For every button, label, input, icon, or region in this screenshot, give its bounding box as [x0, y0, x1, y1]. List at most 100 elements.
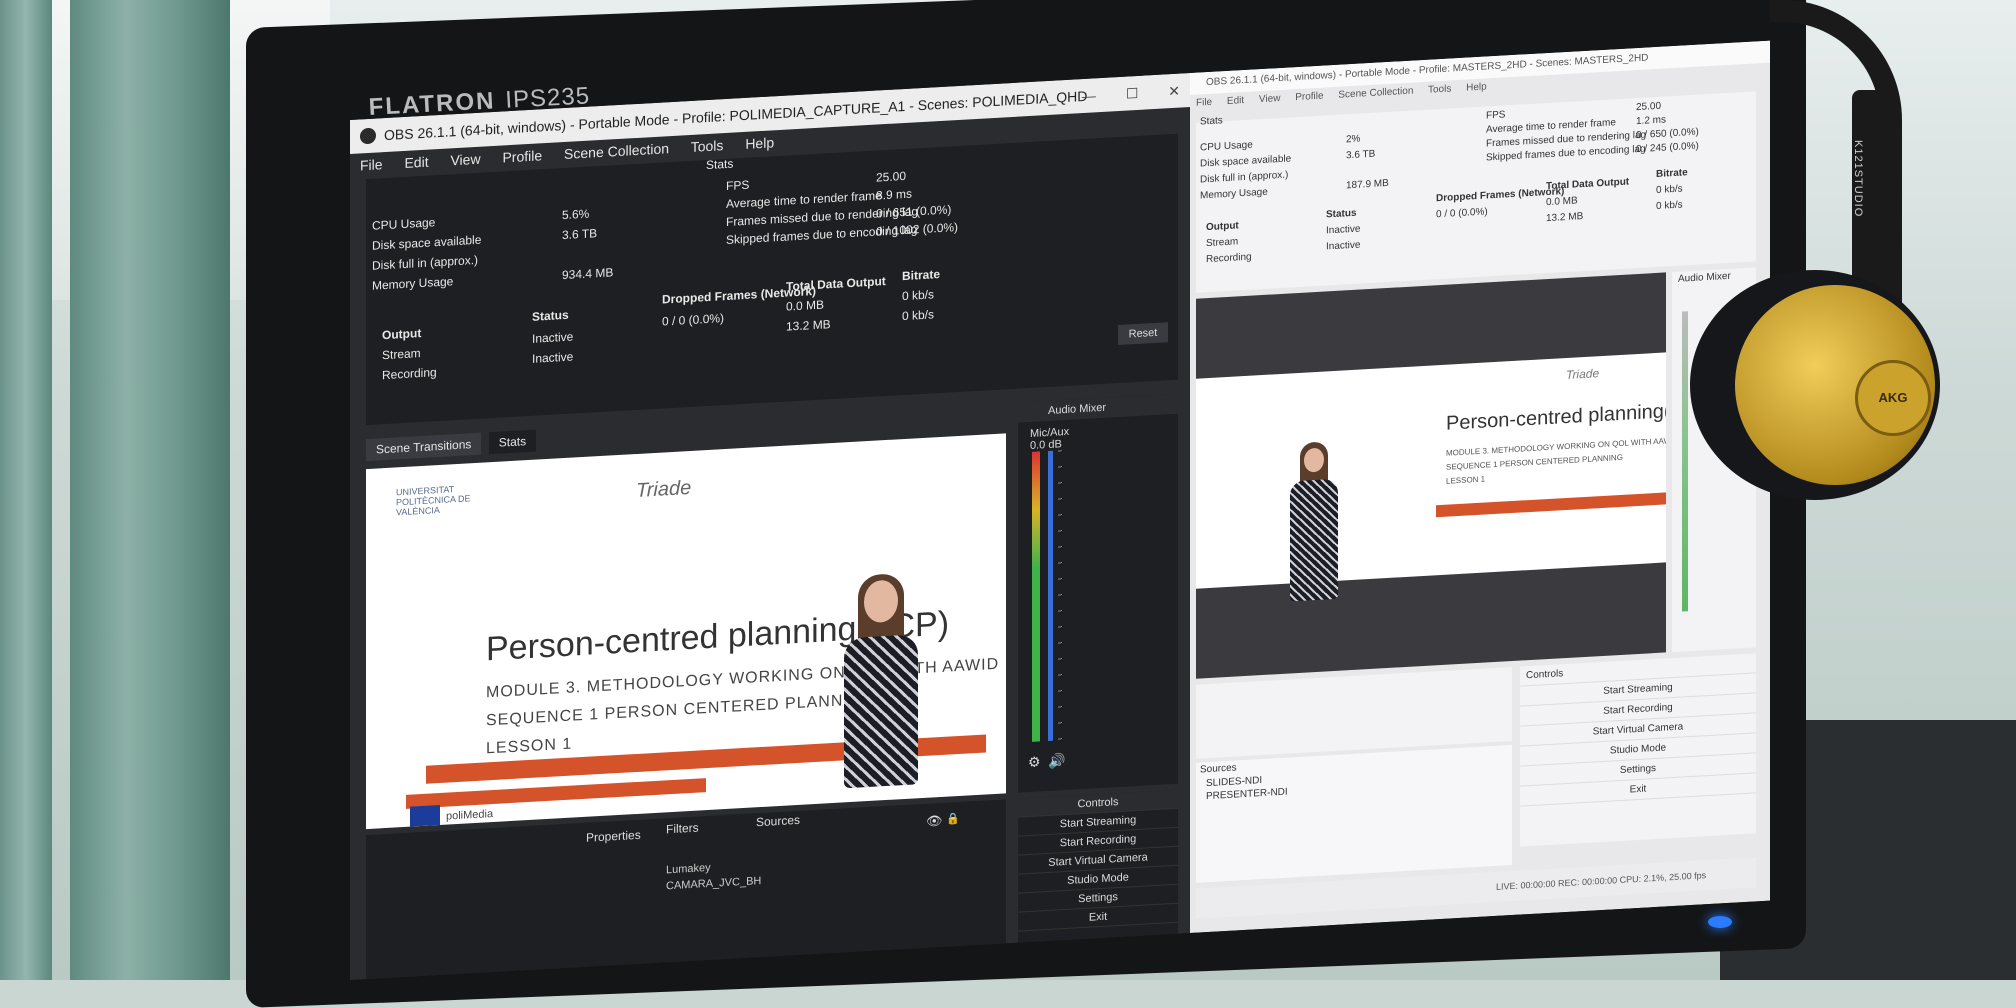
controls-panel: Controls Start Streaming Start Recording…	[1018, 789, 1178, 959]
foreground-pole	[70, 0, 230, 980]
sources-dock-right: Sources SLIDES-NDI PRESENTER-NDI	[1196, 745, 1512, 883]
menu-tools[interactable]: Tools	[691, 137, 724, 155]
audio-mixer-title: Audio Mixer	[1678, 270, 1731, 285]
stream-bitrate: 0 kb/s	[1656, 183, 1683, 196]
headphone-arm: K121STUDIO	[1852, 90, 1894, 290]
volume-meter	[1032, 451, 1040, 742]
slide-red-bar	[1436, 492, 1666, 518]
fps-value: 25.00	[876, 168, 907, 185]
cpu-value: 2%	[1346, 133, 1361, 146]
close-icon[interactable]: ✕	[1168, 83, 1180, 100]
col-output: Output	[1206, 220, 1239, 234]
filters-button[interactable]: Filters	[666, 821, 699, 837]
controls-panel-right: Controls Start Streaming Start Recording…	[1520, 653, 1756, 847]
fps-label: FPS	[1486, 109, 1506, 122]
recording-bitrate: 0 kb/s	[1656, 199, 1683, 212]
col-status: Status	[532, 307, 569, 324]
stream-dropped: 0 / 0 (0.0%)	[662, 311, 725, 329]
slide-module: MODULE 3. METHODOLOGY WORKING ON QOL WIT…	[1446, 435, 1666, 458]
triade-logo: Triade	[636, 476, 692, 503]
menu-profile[interactable]: Profile	[502, 147, 542, 165]
university-logo: UNIVERSITAT POLITÈCNICA DE VALÈNCIA	[396, 484, 471, 518]
stats-panel: Stats CPU Usage 5.6% Disk space availabl…	[366, 133, 1178, 426]
foreground-pole-left	[0, 0, 52, 980]
memory-value: 187.9 MB	[1346, 177, 1389, 192]
program-preview: UNIVERSITAT POLITÈCNICA DE VALÈNCIA Tria…	[366, 433, 1006, 830]
disk-label: Disk space available	[1200, 153, 1292, 170]
menu-file[interactable]: File	[360, 156, 383, 173]
skipped-value: 0 / 245 (0.0%)	[1636, 140, 1699, 156]
cpu-label: CPU Usage	[372, 215, 436, 233]
menu-tools[interactable]: Tools	[1428, 83, 1451, 95]
recording-total: 13.2 MB	[786, 317, 831, 334]
missed-value: 0 / 651 (0.0%)	[876, 202, 952, 221]
slide-lesson: LESSON 1	[486, 735, 573, 758]
tab-stats[interactable]: Stats	[488, 429, 537, 455]
program-preview-right: Triade Person-centred planning(PCP) MODU…	[1196, 272, 1666, 679]
slide-title: Person-centred planning(PCP)	[1446, 397, 1666, 435]
presenter-body	[1290, 478, 1338, 602]
stream-total: 0.0 MB	[1546, 195, 1578, 209]
stream-bitrate: 0 kb/s	[902, 287, 935, 304]
audio-mixer-title: Audio Mixer	[1018, 393, 1178, 423]
cpu-label: CPU Usage	[1200, 139, 1253, 154]
maximize-icon[interactable]: ☐	[1126, 85, 1139, 102]
menu-help[interactable]: Help	[1466, 81, 1487, 93]
tab-scene-transitions[interactable]: Scene Transitions	[366, 432, 482, 462]
volume-fader[interactable]	[1048, 450, 1053, 741]
stats-header: Stats	[706, 156, 734, 173]
scenes-dock-right	[1196, 667, 1512, 759]
presenter-body	[844, 634, 918, 789]
cpu-value: 5.6%	[562, 206, 590, 223]
speaker-icon[interactable]: 🔊	[1048, 752, 1065, 770]
memory-label: Memory Usage	[1200, 186, 1268, 202]
recording-bitrate: 0 kb/s	[902, 307, 935, 324]
stream-label: Stream	[382, 346, 421, 363]
skipped-value: 0 / 1002 (0.0%)	[876, 220, 959, 239]
menu-help[interactable]: Help	[745, 134, 774, 152]
audio-mixer: Audio Mixer Mic/Aux 0.0 dB ⚙ 🔊	[1018, 393, 1178, 793]
col-total: Total Data Output	[1546, 176, 1630, 193]
menu-edit[interactable]: Edit	[1227, 95, 1244, 107]
memory-value: 934.4 MB	[562, 265, 614, 283]
monitor-screen: OBS 26.1.1 (64-bit, windows) - Portable …	[350, 40, 1770, 980]
stream-label: Stream	[1206, 236, 1239, 250]
stream-status: Inactive	[532, 329, 574, 346]
stats-panel-right: Stats CPU Usage 2% Disk space available …	[1196, 91, 1756, 293]
source-list: Lumakey CAMARA_JVC_BH	[666, 857, 761, 894]
power-led	[1708, 916, 1732, 928]
menu-view[interactable]: View	[1259, 93, 1281, 105]
col-total: Total Data Output	[786, 274, 886, 294]
reset-button[interactable]: Reset	[1118, 322, 1168, 346]
disk-label: Disk space available	[372, 232, 482, 253]
stream-dropped: 0 / 0 (0.0%)	[1436, 206, 1488, 221]
col-bitrate: Bitrate	[1656, 167, 1688, 180]
fps-value: 25.00	[1636, 100, 1662, 114]
eye-icon[interactable]: 👁	[926, 813, 943, 830]
polimedia-logo: poliMedia	[446, 807, 494, 823]
properties-button[interactable]: Properties	[586, 828, 641, 845]
obs-logo-icon	[360, 127, 376, 145]
menu-edit[interactable]: Edit	[404, 154, 428, 171]
lock-icon[interactable]: 🔒	[946, 812, 960, 826]
recording-label: Recording	[382, 365, 437, 383]
volume-meter	[1682, 311, 1688, 612]
render-value: 1.2 ms	[1636, 114, 1667, 128]
col-output: Output	[382, 326, 422, 343]
minimize-icon[interactable]: —	[1082, 87, 1096, 104]
recording-status: Inactive	[1326, 239, 1361, 253]
menu-view[interactable]: View	[450, 151, 480, 169]
gear-icon[interactable]: ⚙	[1028, 753, 1041, 771]
disk-value: 3.6 TB	[562, 226, 598, 243]
fps-label: FPS	[726, 177, 750, 193]
missed-value: 0 / 650 (0.0%)	[1636, 126, 1699, 142]
menu-scene-collection[interactable]: Scene Collection	[564, 140, 669, 162]
menu-scene-collection[interactable]: Scene Collection	[1338, 86, 1413, 101]
sources-title: Sources	[756, 812, 801, 830]
menu-profile[interactable]: Profile	[1295, 91, 1323, 104]
col-status: Status	[1326, 207, 1357, 221]
menu-file[interactable]: File	[1196, 97, 1212, 109]
obs-window-right: OBS 26.1.1 (64-bit, windows) - Portable …	[1190, 40, 1770, 934]
obs-window-left: OBS 26.1.1 (64-bit, windows) - Portable …	[350, 73, 1190, 980]
render-value: 8.9 ms	[876, 186, 913, 203]
